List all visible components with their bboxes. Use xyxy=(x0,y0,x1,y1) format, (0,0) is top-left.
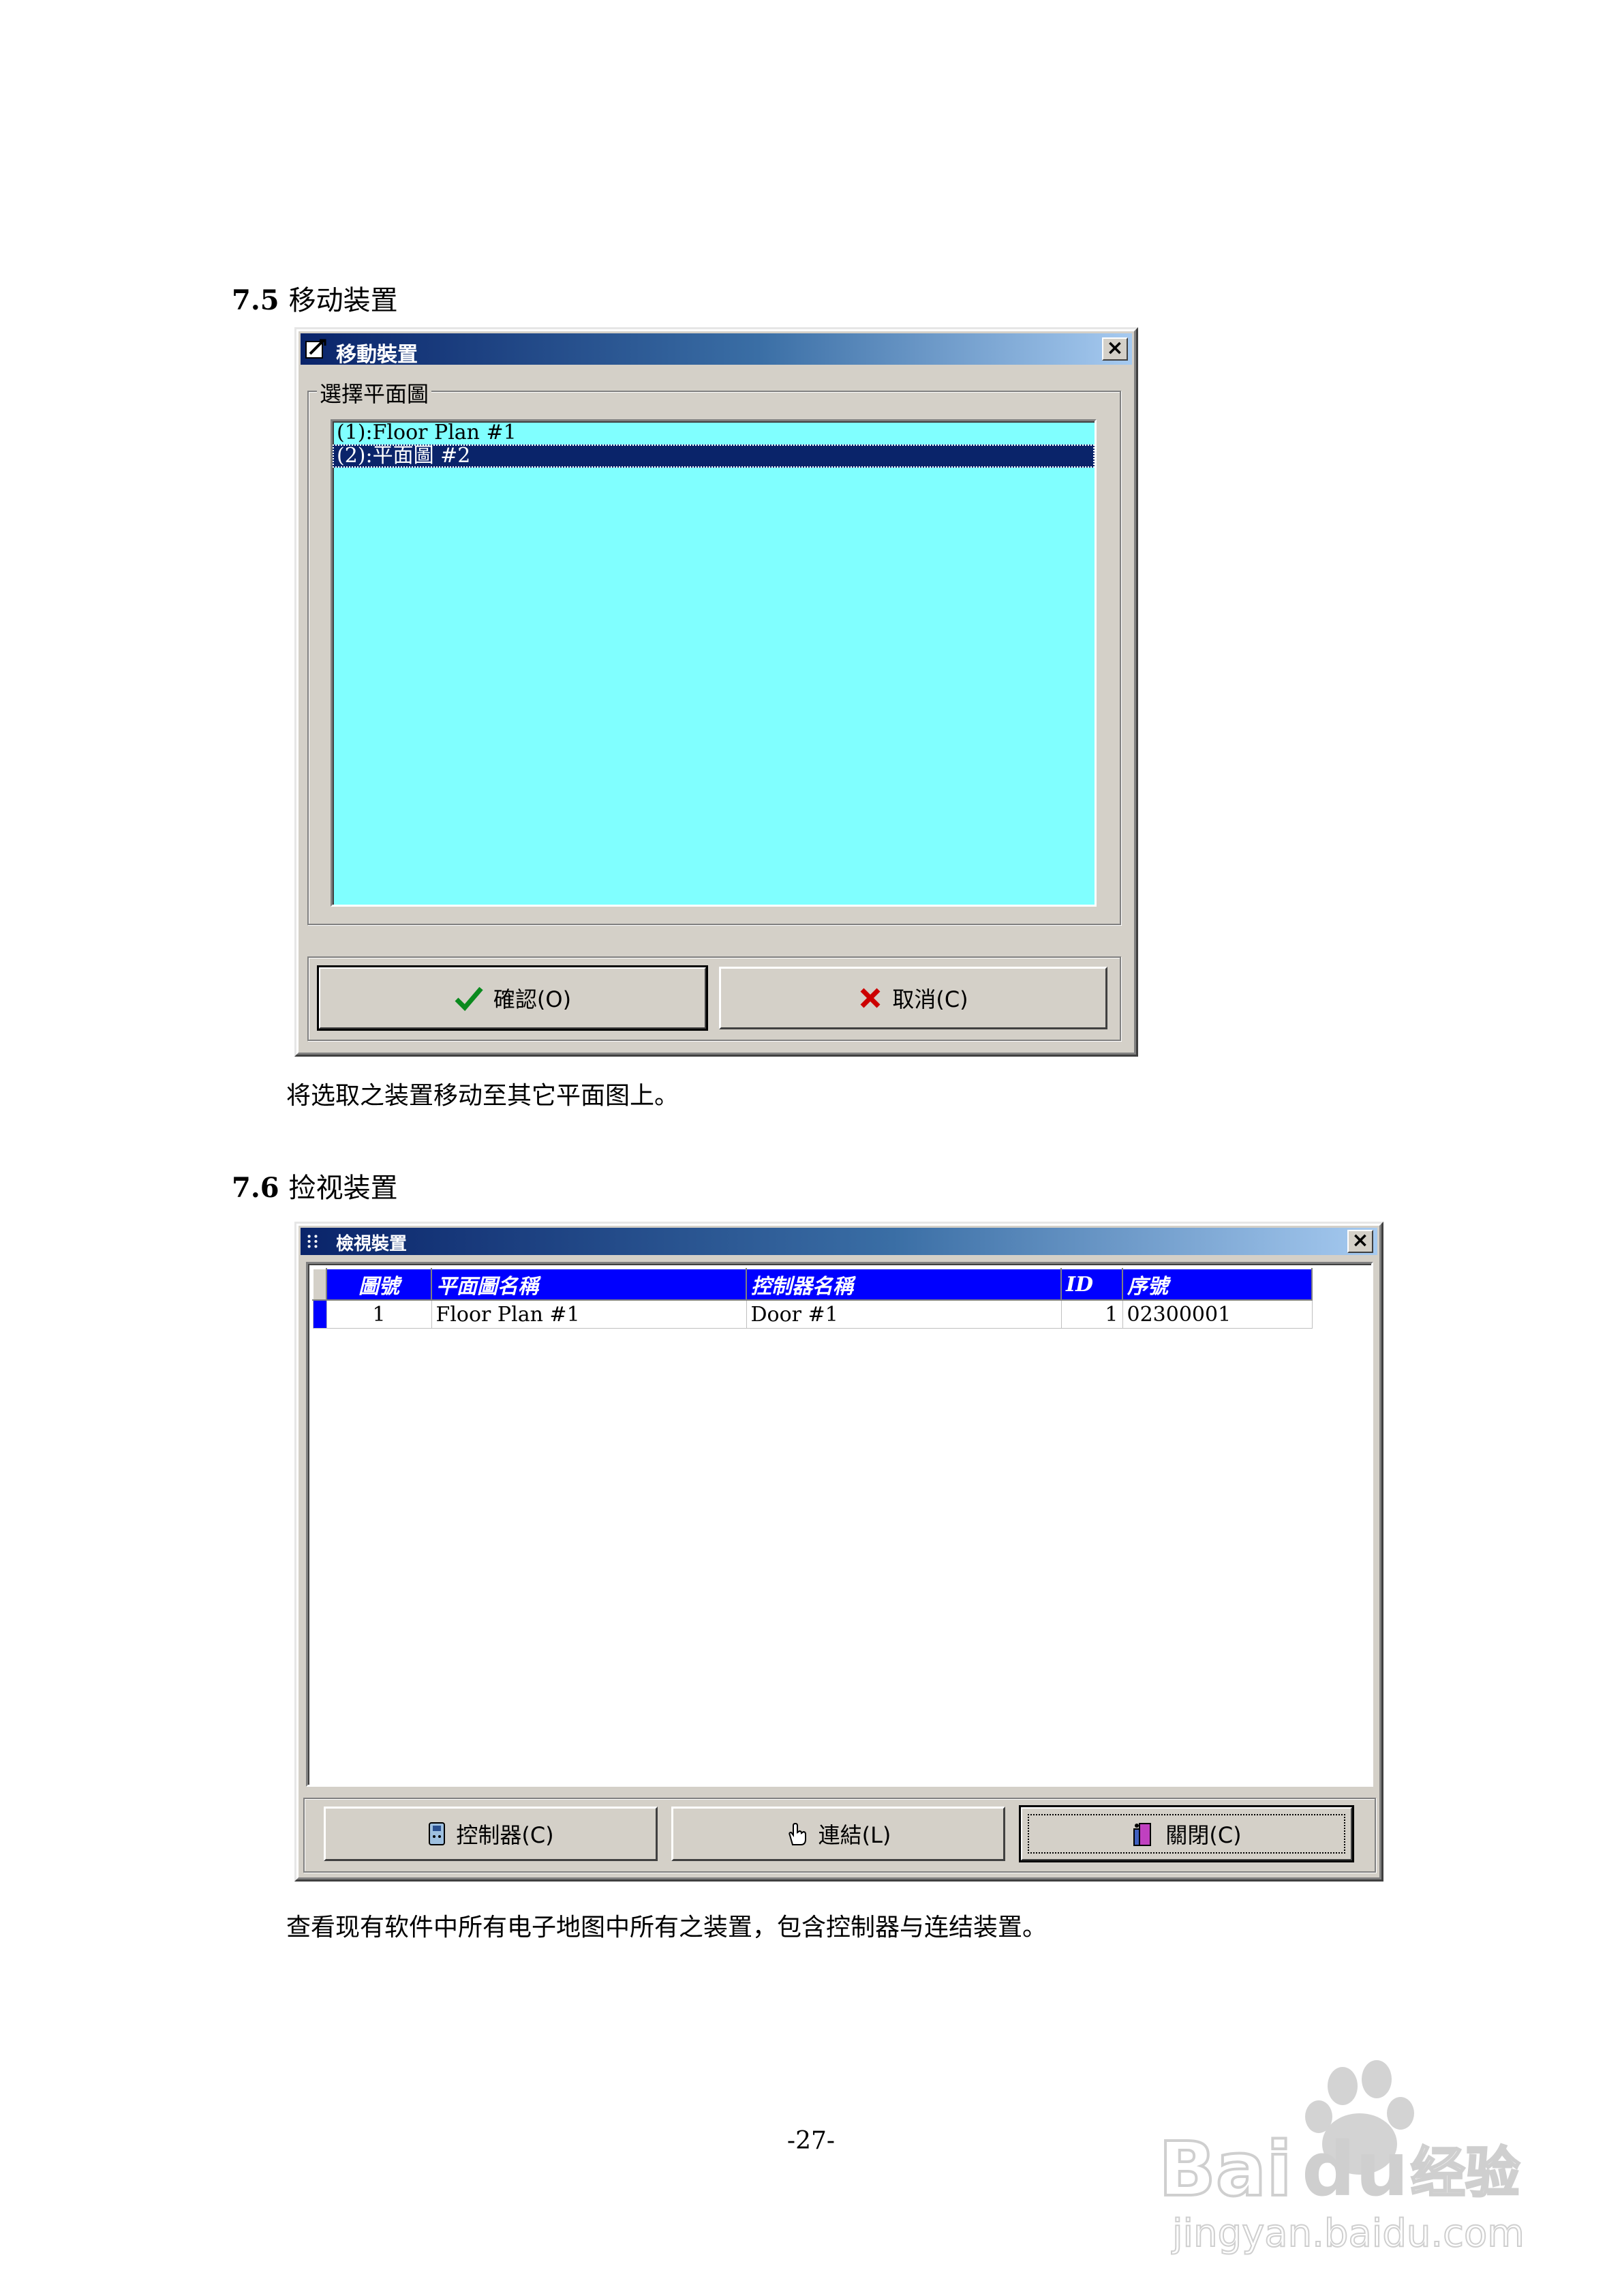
table-row[interactable]: 1 Floor Plan #1 Door #1 1 02300001 xyxy=(312,1299,1313,1329)
move-device-dialog: 移動裝置 × 選擇平面圖 (1):Floor Plan #1 (2):平面圖 #… xyxy=(294,327,1138,1057)
svg-text:Bai: Bai xyxy=(1159,2126,1292,2213)
table-header-row: 圖號 平面圖名稱 控制器名稱 ID 序號 xyxy=(312,1268,1313,1301)
column-header-plan-name[interactable]: 平面圖名稱 xyxy=(431,1268,747,1301)
column-header-id[interactable]: ID xyxy=(1060,1268,1123,1301)
dialog-titlebar[interactable]: 檢視裝置 × xyxy=(301,1228,1377,1255)
exit-door-icon xyxy=(1133,1823,1152,1846)
dialog-title: 移動裝置 xyxy=(336,343,418,367)
move-device-icon xyxy=(305,339,326,359)
section-title: 移动装置 xyxy=(288,285,398,316)
section-number: 7.6 xyxy=(232,1172,279,1204)
row-indicator xyxy=(312,1299,327,1329)
cell-id[interactable]: 1 xyxy=(1060,1299,1123,1329)
view-devices-dialog: 檢視裝置 × 圖號 平面圖名稱 控制器名稱 ID 序號 1 Floor Plan… xyxy=(294,1222,1383,1882)
list-item-selected[interactable]: (2):平面圖 #2 xyxy=(333,444,1095,468)
column-header-serial[interactable]: 序號 xyxy=(1122,1268,1313,1301)
ok-button[interactable]: 確認(O) xyxy=(317,965,708,1031)
cell-map-no[interactable]: 1 xyxy=(326,1299,432,1329)
cell-serial[interactable]: 02300001 xyxy=(1122,1299,1313,1329)
cancel-button[interactable]: 取消(C) xyxy=(719,967,1107,1029)
list-item[interactable]: (1):Floor Plan #1 xyxy=(333,421,1095,444)
ok-label: 確認(O) xyxy=(493,986,572,1012)
svg-text:经验: 经验 xyxy=(1411,2141,1520,2205)
cancel-label: 取消(C) xyxy=(892,986,968,1012)
controller-button[interactable]: 控制器(C) xyxy=(324,1807,658,1861)
controller-icon xyxy=(429,1822,446,1845)
devices-grid[interactable]: 圖號 平面圖名稱 控制器名稱 ID 序號 1 Floor Plan #1 Doo… xyxy=(306,1262,1373,1787)
hand-icon xyxy=(788,1822,806,1845)
close-label: 關閉(C) xyxy=(1165,1822,1242,1848)
close-dialog-button[interactable]: 關閉(C) xyxy=(1019,1805,1354,1862)
column-header-controller-name[interactable]: 控制器名稱 xyxy=(746,1268,1062,1301)
section-76-description: 查看现有软件中所有电子地图中所有之装置，包含控制器与连结装置。 xyxy=(286,1914,1047,1942)
group-label: 選擇平面圖 xyxy=(317,377,432,408)
check-icon xyxy=(455,986,483,1012)
svg-text:du: du xyxy=(1302,2126,1409,2213)
svg-text:jingyan.baidu.com: jingyan.baidu.com xyxy=(1171,2211,1525,2256)
link-button[interactable]: 連結(L) xyxy=(671,1807,1005,1861)
close-button[interactable]: × xyxy=(1102,337,1128,361)
cell-plan-name[interactable]: Floor Plan #1 xyxy=(431,1299,747,1329)
section-heading-7-5: 7.5 移动装置 xyxy=(232,278,398,318)
cross-icon xyxy=(860,988,881,1008)
cell-controller-name[interactable]: Door #1 xyxy=(746,1299,1062,1329)
close-button[interactable]: × xyxy=(1347,1230,1373,1253)
section-heading-7-6: 7.6 捡视装置 xyxy=(232,1166,398,1205)
devices-table: 圖號 平面圖名稱 控制器名稱 ID 序號 1 Floor Plan #1 Doo… xyxy=(312,1268,1313,1329)
grip-icon xyxy=(307,1235,318,1248)
baidu-watermark-logo: Bai du 经验 jingyan.baidu.com xyxy=(1159,2060,1525,2256)
section-title: 捡视装置 xyxy=(288,1173,398,1204)
section-number: 7.5 xyxy=(232,284,279,316)
column-header-map-no[interactable]: 圖號 xyxy=(326,1268,432,1301)
floor-plan-list[interactable]: (1):Floor Plan #1 (2):平面圖 #2 xyxy=(331,419,1097,907)
row-indicator-header xyxy=(312,1268,327,1301)
section-75-description: 将选取之装置移动至其它平面图上。 xyxy=(286,1082,679,1110)
dialog-titlebar[interactable]: 移動裝置 × xyxy=(301,333,1132,367)
dialog-title: 檢視裝置 xyxy=(336,1234,408,1254)
link-label: 連結(L) xyxy=(818,1822,891,1848)
controller-label: 控制器(C) xyxy=(456,1822,554,1848)
